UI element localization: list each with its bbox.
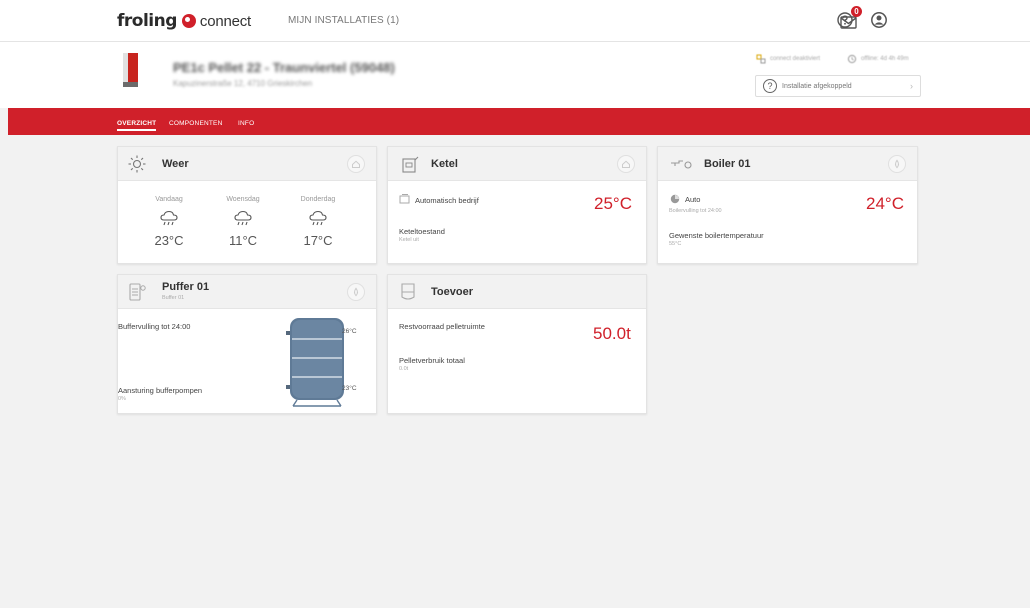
boiler-mode: Auto (685, 195, 701, 204)
account-icon[interactable] (870, 11, 888, 29)
ketel-home-button[interactable] (617, 155, 635, 173)
tab-info[interactable]: INFO (238, 120, 254, 127)
ketel-state-label: Keteltoestand (399, 227, 445, 236)
puffer-card[interactable]: Puffer 01 Buffer 01 Buffervulling tot 24… (117, 274, 377, 414)
toevoer-card-header: Toevoer (388, 275, 646, 309)
weather-day-label: Vandaag (155, 196, 183, 203)
logo-text-froling: froling (117, 11, 177, 31)
pellet-boiler-image (123, 53, 138, 87)
installation-title: PE1c Pellet 22 - Traunviertel (59048) (173, 60, 395, 75)
ketel-card-header: Ketel (388, 147, 646, 181)
boiler-info-button[interactable] (888, 155, 906, 173)
tab-componenten[interactable]: COMPONENTEN (169, 120, 222, 127)
cloud-rain-icon (309, 210, 327, 226)
sun-icon (128, 155, 146, 173)
cloud-rain-icon (234, 210, 252, 226)
boiler-temperature: 24°C (866, 194, 904, 213)
weather-card-title: Weer (162, 158, 189, 170)
connect-icon (756, 54, 766, 64)
boiler-icon (402, 156, 419, 173)
clock-icon (847, 54, 857, 64)
connect-status-text: connect deaktiviert (770, 56, 821, 62)
weather-temperature: 11°C (228, 233, 258, 248)
puffer-card-subtitle: Buffer 01 (162, 295, 185, 301)
cloud-rain-icon (160, 210, 178, 226)
boiler-setpoint-value: 55°C (669, 241, 682, 247)
boiler-card-header: Boiler 01 (658, 147, 917, 181)
auto-mode-icon (670, 194, 680, 204)
offline-status-text: offline: 4d 4h 49m (861, 56, 909, 62)
pellet-usage-label: Pelletverbruik totaal (399, 356, 465, 365)
boiler-card-title: Boiler 01 (704, 158, 751, 170)
tab-overzicht[interactable]: OVERZICHT (117, 120, 157, 131)
buffer-pump-value: 0% (118, 396, 126, 402)
installation-disconnected-label: Installatie afgekoppeld (782, 82, 852, 90)
home-icon (352, 160, 360, 168)
drop-icon (895, 159, 899, 169)
tab-bar: OVERZICHT COMPONENTEN INFO (8, 108, 1030, 135)
installation-disconnected-button[interactable]: ? Installatie afgekoppeld › (755, 75, 921, 97)
home-button[interactable] (347, 155, 365, 173)
puffer-info-button[interactable] (347, 283, 365, 301)
burner-icon (399, 194, 410, 204)
weather-day-label: Donderdag (300, 196, 336, 203)
froling-connect-logo[interactable]: froling connect (117, 11, 251, 31)
ketel-temperature: 25°C (594, 194, 632, 213)
offline-status: offline: 4d 4h 49m (847, 54, 909, 64)
puffer-card-header: Puffer 01 Buffer 01 (118, 275, 376, 309)
weather-card[interactable]: Weer Vandaag Woensdag Donderdag 23°C 11°… (117, 146, 377, 264)
buffer-bottom-temperature: 23°C (342, 385, 357, 392)
question-icon: ? (763, 79, 777, 93)
pellet-stock-value: 50.0t (593, 324, 631, 343)
ketel-mode: Automatisch bedrijf (415, 196, 479, 205)
logo-flame-icon (181, 14, 196, 28)
buffer-top-temperature: 26°C (342, 328, 357, 335)
ketel-card[interactable]: Ketel Automatisch bedrijf 25°C Keteltoes… (387, 146, 647, 264)
puffer-card-title: Puffer 01 (162, 281, 210, 293)
my-installations-link[interactable]: MIJN INSTALLATIES (1) (288, 15, 399, 26)
installation-header: PE1c Pellet 22 - Traunviertel (59048) Ka… (0, 42, 1030, 108)
weather-card-header: Weer (118, 147, 376, 181)
tap-icon (671, 160, 692, 169)
boiler-mode-sub: Boilervulling tot 24:00 (669, 208, 722, 214)
pellet-usage-value: 0.0t (399, 366, 409, 372)
top-navigation: froling connect MIJN INSTALLATIES (1) 0 (0, 0, 1030, 42)
logo-text-connect: connect (199, 12, 252, 30)
messages-badge: 0 (851, 6, 862, 17)
ketel-card-title: Ketel (431, 158, 458, 170)
weather-day-label: Woensdag (226, 196, 260, 203)
drop-icon (354, 287, 358, 297)
pellet-stock-label: Restvoorraad pelletruimte (399, 322, 485, 331)
boiler-card[interactable]: Boiler 01 Auto Boilervulling tot 24:00 2… (657, 146, 918, 264)
ketel-state-value: Ketel uit (399, 237, 419, 243)
buffer-tank-icon (129, 283, 146, 301)
buffer-fill-label: Buffervulling tot 24:00 (118, 322, 191, 331)
chevron-right-icon: › (910, 81, 913, 91)
toevoer-card-title: Toevoer (431, 286, 473, 298)
weather-temperature: 17°C (303, 233, 333, 248)
pellet-hopper-icon (401, 283, 415, 300)
toevoer-card[interactable]: Toevoer Restvoorraad pelletruimte 50.0t … (387, 274, 647, 414)
installation-address: Kapuzinerstraße 12, 4710 Grieskirchen (173, 79, 313, 88)
connect-status: connect deaktiviert (756, 54, 820, 64)
home-icon (622, 160, 630, 168)
buffer-pump-label: Aansturing bufferpompen (118, 386, 203, 395)
weather-temperature: 23°C (154, 233, 184, 248)
boiler-setpoint-label: Gewenste boilertemperatuur (669, 231, 764, 240)
